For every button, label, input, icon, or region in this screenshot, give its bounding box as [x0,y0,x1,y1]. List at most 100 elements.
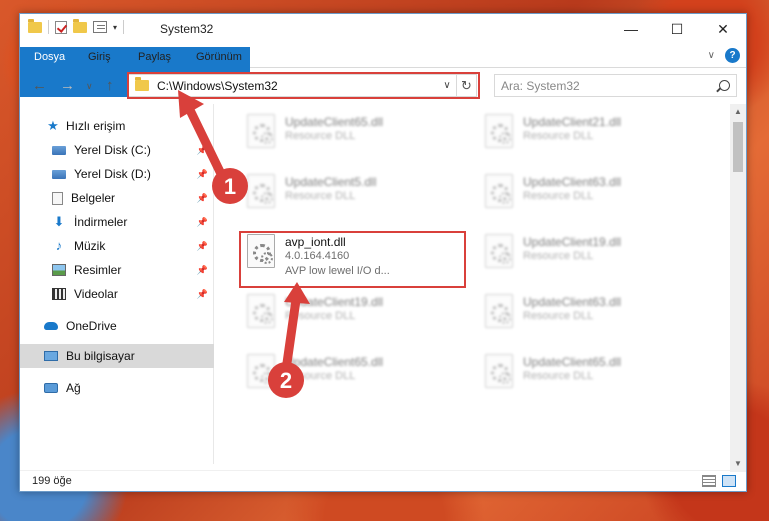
tab-share[interactable]: Paylaş [128,47,181,68]
pin-icon[interactable]: 📌 [197,169,208,180]
tab-view[interactable]: Görünüm [186,47,252,68]
window-controls: — ☐ ✕ [608,14,746,44]
vertical-scrollbar[interactable]: ▲ ▼ [730,104,746,472]
address-dropdown-icon[interactable]: ∨ [438,80,456,91]
sidebar-item-label: Bu bilgisayar [66,349,135,363]
address-path[interactable]: C:\Windows\System32 [157,79,438,93]
ribbon-expand-icon[interactable]: ∨ [708,50,715,61]
sidebar-item-pictures[interactable]: Resimler 📌 [20,258,214,282]
explorer-window: ▾ System32 — ☐ ✕ Dosya Giriş Paylaş Görü… [19,13,747,492]
sidebar-item-label: Yerel Disk (D:) [74,167,151,181]
file-item[interactable]: UpdateClient65.dll Resource DLL [477,348,707,398]
computer-icon [44,351,58,361]
recent-locations-button[interactable]: ∨ [86,81,93,92]
sidebar-item-network[interactable]: Ağ [20,376,214,400]
folder-icon [28,18,42,33]
sidebar-item-label: İndirmeler [74,215,128,229]
divider [123,20,125,34]
dll-file-icon [247,294,275,328]
sidebar-item-label: Hızlı erişim [66,119,126,133]
file-name: UpdateClient63.dll [523,295,622,309]
new-folder-icon[interactable] [73,18,87,33]
sidebar-item-drive-c[interactable]: Yerel Disk (C:) 📌 [20,138,214,162]
divider [48,20,49,34]
file-name: UpdateClient65.dll [285,355,384,369]
details-view-icon[interactable] [702,475,716,487]
navigation-bar: ← → ∨ ↑ C:\Windows\System32 ∨ ↻ Ara: Sys… [20,72,746,100]
file-description: Resource DLL [523,310,594,322]
sidebar-item-videos[interactable]: Videolar 📌 [20,282,214,306]
dll-file-icon [485,174,513,208]
music-icon: ♪ [55,238,63,253]
pin-icon[interactable]: 📌 [197,193,208,204]
file-description: Resource DLL [285,310,356,322]
dll-file-icon [247,354,275,388]
file-item[interactable]: UpdateClient65.dll Resource DLL [239,348,469,398]
file-name: UpdateClient65.dll [523,355,622,369]
download-icon: ⬇ [53,214,65,229]
file-item[interactable]: UpdateClient63.dll Resource DLL [477,288,707,338]
maximize-button[interactable]: ☐ [654,14,700,44]
file-item[interactable]: UpdateClient21.dll Resource DLL [477,108,707,158]
forward-button[interactable]: → [60,77,75,94]
window-title: System32 [160,22,214,36]
tab-home[interactable]: Giriş [78,47,121,68]
file-item-avp-iont[interactable]: avp_iont.dll 4.0.164.4160 AVP low lewel … [239,228,469,278]
toolbar-dropdown-icon[interactable]: ▾ [113,23,117,32]
address-bar[interactable]: C:\Windows\System32 ∨ ↻ [128,74,477,97]
pin-icon[interactable]: 📌 [197,217,208,228]
dll-file-icon [247,234,275,268]
close-button[interactable]: ✕ [700,14,746,44]
pin-icon[interactable]: 📌 [197,241,208,252]
star-icon: ★ [47,118,59,133]
file-name: UpdateClient19.dll [285,295,384,309]
sidebar-item-this-pc[interactable]: Bu bilgisayar [20,344,214,368]
properties-check-icon[interactable] [55,20,67,34]
file-item[interactable]: UpdateClient63.dll Resource DLL [477,168,707,218]
help-icon[interactable]: ? [725,48,740,63]
pin-icon[interactable]: 📌 [197,265,208,276]
video-icon [52,288,66,300]
file-item[interactable]: UpdateClient19.dll Resource DLL [239,288,469,338]
properties-icon[interactable] [93,21,107,33]
sidebar-item-label: Resimler [74,263,122,277]
file-list: UpdateClient65.dll Resource DLL UpdateCl… [215,104,732,464]
file-item[interactable]: UpdateClient65.dll Resource DLL [239,108,469,158]
status-bar: 199 öğe [20,470,746,492]
sidebar-item-label: Videolar [74,287,118,301]
dll-file-icon [485,294,513,328]
search-input[interactable]: Ara: System32 [501,79,580,93]
back-button[interactable]: ← [32,77,47,94]
item-count: 199 öğe [32,475,72,487]
sidebar-item-music[interactable]: ♪ Müzik 📌 [20,234,214,258]
folder-icon [135,77,149,91]
file-name: avp_iont.dll [285,235,346,249]
sidebar-item-onedrive[interactable]: OneDrive [20,314,214,338]
search-box[interactable]: Ara: System32 [494,74,737,97]
search-icon [719,80,730,91]
up-button[interactable]: ↑ [106,77,114,94]
pin-icon[interactable]: 📌 [197,289,208,300]
file-description: Resource DLL [523,370,594,382]
dll-file-icon [247,114,275,148]
cloud-icon [44,322,58,330]
sidebar-item-downloads[interactable]: ⬇ İndirmeler 📌 [20,210,214,234]
ribbon-right: ∨ ? [708,48,740,63]
tiles-view-icon[interactable] [722,475,736,487]
file-item[interactable]: UpdateClient19.dll Resource DLL [477,228,707,278]
navigation-pane: ★ Hızlı erişim Yerel Disk (C:) 📌 Yerel D… [20,104,214,464]
pin-icon[interactable]: 📌 [197,145,208,156]
minimize-button[interactable]: — [608,14,654,44]
title-bar: ▾ System32 — ☐ ✕ [20,14,746,44]
sidebar-item-drive-d[interactable]: Yerel Disk (D:) 📌 [20,162,214,186]
view-toggle [702,475,736,487]
sidebar-item-label: Müzik [74,239,106,253]
scroll-thumb[interactable] [733,122,743,172]
scroll-up-icon[interactable]: ▲ [730,104,746,120]
sidebar-item-documents[interactable]: Belgeler 📌 [20,186,214,210]
refresh-button[interactable]: ↻ [456,75,476,96]
file-name: UpdateClient65.dll [285,115,384,129]
file-version: 4.0.164.4160 [285,250,350,262]
sidebar-item-quick-access[interactable]: ★ Hızlı erişim [20,114,214,138]
file-item[interactable]: UpdateClient5.dll Resource DLL [239,168,469,218]
